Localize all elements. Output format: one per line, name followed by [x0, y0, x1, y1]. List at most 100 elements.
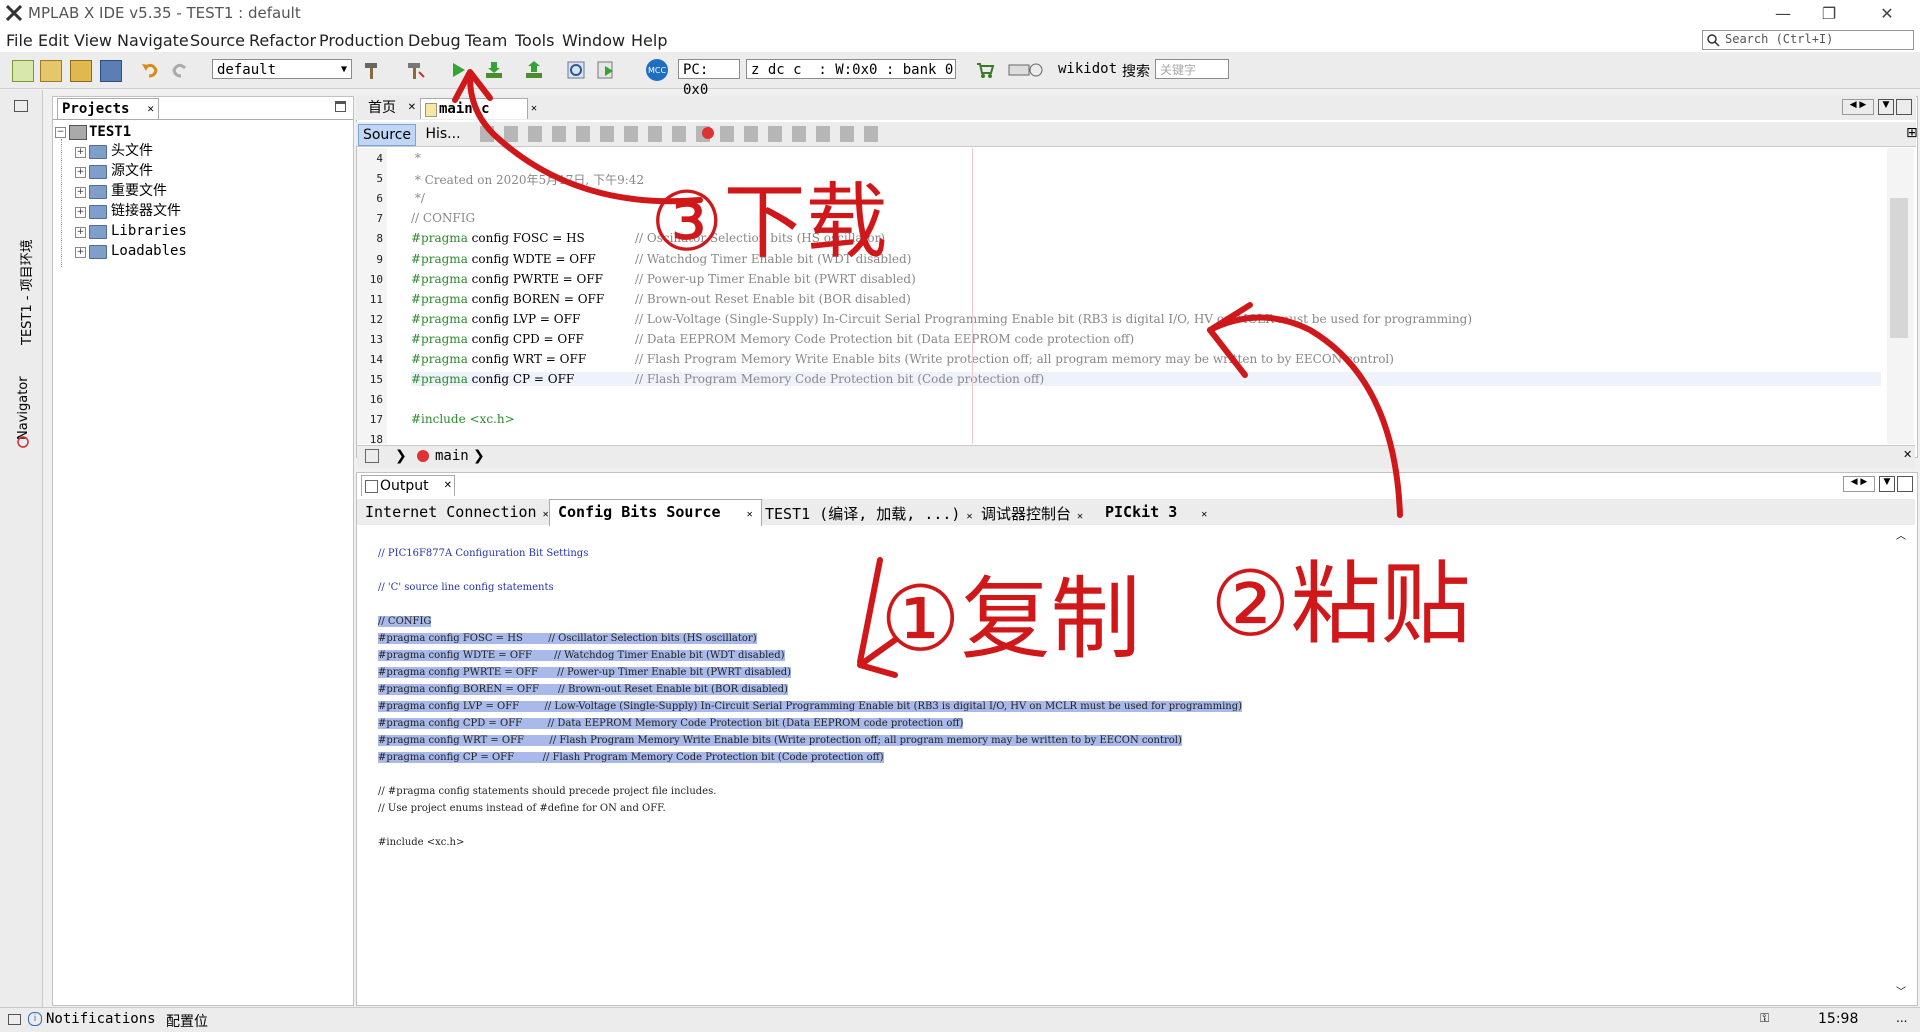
menu-view[interactable]: View: [74, 31, 112, 50]
scroll-tabs-icon[interactable]: ◀ ▶: [1843, 476, 1875, 492]
output-scrollbar[interactable]: ︿ ﹀: [1888, 525, 1914, 1003]
expand-icon[interactable]: +: [75, 207, 86, 218]
output-tab[interactable]: Output ✕: [361, 475, 455, 496]
search-icon: [1707, 34, 1720, 47]
build-hammer-icon[interactable]: [362, 60, 382, 80]
restore-window-icon[interactable]: [14, 100, 28, 112]
close-icon[interactable]: ✕: [408, 98, 416, 118]
menu-file[interactable]: File: [6, 31, 33, 50]
breadcrumb-main[interactable]: main: [435, 448, 469, 464]
new-project-icon[interactable]: [40, 60, 62, 82]
split-editor-icon[interactable]: ⊞: [1906, 125, 1918, 141]
read-device-icon[interactable]: [524, 60, 544, 80]
collapse-icon[interactable]: −: [55, 127, 66, 138]
output-text-area[interactable]: // PIC16F877A Configuration Bit Settings…: [357, 525, 1887, 1003]
code-line: #pragma config BOREN = OFF // Brown-out R…: [411, 292, 911, 306]
minimize-panel-icon[interactable]: [335, 101, 346, 112]
chevron-down-icon: ▼: [340, 64, 347, 75]
tab-config-bits-source[interactable]: Config Bits Source ✕: [549, 499, 762, 526]
search-input[interactable]: Search (Ctrl+I): [1702, 30, 1914, 50]
expand-icon[interactable]: +: [75, 247, 86, 258]
menu-debug[interactable]: Debug: [408, 31, 461, 50]
make-and-program-device-icon[interactable]: [484, 60, 504, 80]
code-text: * Created on 2020年5月17日, 下午9:42: [411, 173, 645, 188]
scroll-tabs-icon[interactable]: ◀ ▶: [1842, 99, 1874, 115]
cursor-position: 15:98: [1818, 1011, 1859, 1027]
close-icon[interactable]: ✕: [147, 99, 154, 119]
menu-source[interactable]: Source: [190, 31, 245, 50]
code-area[interactable]: * * Created on 2020年5月17日, 下午9:42 */ // C…: [387, 148, 1887, 444]
projects-tab[interactable]: Projects ✕: [57, 98, 159, 119]
pragma-setting: config CPD = OFF: [467, 331, 584, 346]
menu-team[interactable]: Team: [465, 31, 507, 50]
line-number: 4: [376, 152, 383, 165]
tab-main-c[interactable]: main.c ✕: [420, 98, 537, 119]
configuration-select[interactable]: default ▼: [212, 59, 352, 79]
cart-icon[interactable]: [975, 60, 995, 80]
tab-internet-connection[interactable]: Internet Connection ✕: [365, 503, 549, 521]
menu-navigate[interactable]: Navigate: [117, 31, 189, 50]
close-button[interactable]: ✕: [1864, 0, 1910, 28]
project-root[interactable]: TEST1: [89, 123, 131, 141]
expand-icon[interactable]: +: [75, 227, 86, 238]
project-env-tab[interactable]: TEST1 - 项目环境: [16, 239, 35, 345]
maximize-icon[interactable]: [1896, 99, 1912, 115]
tab-build-output[interactable]: TEST1 (编译, 加载, ...) ✕: [765, 503, 973, 524]
projects-panel: Projects ✕ − TEST1 + 头文件 + 源文件 + 重要文件 + 链…: [52, 96, 354, 1006]
menu-refactor[interactable]: Refactor: [249, 31, 316, 50]
folder-icon: [89, 185, 107, 199]
run-icon[interactable]: [448, 60, 468, 80]
project-icon: [69, 125, 87, 140]
output-line: #pragma config CPD = OFF // Data EEPROM …: [378, 718, 964, 729]
menu-window[interactable]: Window: [562, 31, 625, 50]
mcc-icon[interactable]: MCC: [645, 58, 669, 82]
keyword-input[interactable]: 关键字: [1155, 59, 1229, 79]
restore-window-icon[interactable]: [8, 1014, 21, 1025]
record-macro-icon[interactable]: [702, 127, 714, 139]
save-all-icon[interactable]: [100, 60, 122, 82]
tab-list-icon[interactable]: ▼: [1878, 99, 1894, 115]
expand-icon[interactable]: +: [75, 187, 86, 198]
close-icon[interactable]: ✕: [444, 476, 452, 496]
tab-pickit3[interactable]: PICkit 3 ✕: [1105, 503, 1207, 521]
tab-list-icon[interactable]: ▼: [1879, 476, 1895, 492]
notifications-tab[interactable]: Notifications: [46, 1011, 156, 1027]
tree-item-important[interactable]: 重要文件: [111, 182, 167, 200]
debug-project-icon[interactable]: [596, 60, 616, 80]
code-comment: // Power-up Timer Enable bit (PWRT disab…: [635, 271, 916, 286]
minimize-button[interactable]: —: [1760, 0, 1806, 28]
expand-icon[interactable]: +: [75, 167, 86, 178]
tree-item-sources[interactable]: 源文件: [111, 162, 153, 180]
config-bits-tab[interactable]: 配置位: [166, 1011, 208, 1031]
code-comment: // Flash Program Memory Write Enable bit…: [635, 352, 1394, 366]
tab-history[interactable]: His...: [418, 124, 468, 144]
tree-item-headers[interactable]: 头文件: [111, 142, 153, 160]
menu-edit[interactable]: Edit: [38, 31, 69, 50]
redo-icon[interactable]: [170, 60, 190, 80]
open-project-icon[interactable]: [70, 60, 92, 82]
clean-build-icon[interactable]: [405, 60, 425, 80]
menu-help[interactable]: Help: [631, 31, 667, 50]
tree-item-libraries[interactable]: Libraries: [111, 222, 187, 240]
navigator-tab[interactable]: Navigator: [16, 376, 31, 440]
tab-source[interactable]: Source: [358, 124, 416, 146]
tree-item-linker[interactable]: 链接器文件: [111, 202, 181, 220]
navigator-icon: [17, 436, 29, 448]
expand-icon[interactable]: +: [75, 147, 86, 158]
close-icon[interactable]: ✕: [1903, 448, 1912, 461]
editor-scrollbar[interactable]: [1887, 148, 1914, 444]
line-number: 16: [369, 393, 383, 407]
menu-tools[interactable]: Tools: [515, 31, 554, 50]
tab-home[interactable]: 首页 ✕: [362, 98, 418, 118]
reset-icon[interactable]: [566, 60, 586, 80]
editor-action-icons[interactable]: [480, 126, 880, 142]
restore-button[interactable]: ❐: [1806, 0, 1852, 28]
tab-debugger-console[interactable]: 调试器控制台 ✕: [981, 503, 1083, 524]
tree-item-loadables[interactable]: Loadables: [111, 242, 187, 260]
maximize-icon[interactable]: [1897, 476, 1913, 492]
close-icon[interactable]: ✕: [531, 99, 537, 119]
memory-gauge-icon[interactable]: [1008, 60, 1044, 80]
new-file-icon[interactable]: [12, 60, 34, 82]
menu-production[interactable]: Production: [319, 31, 404, 50]
undo-icon[interactable]: [140, 60, 160, 80]
